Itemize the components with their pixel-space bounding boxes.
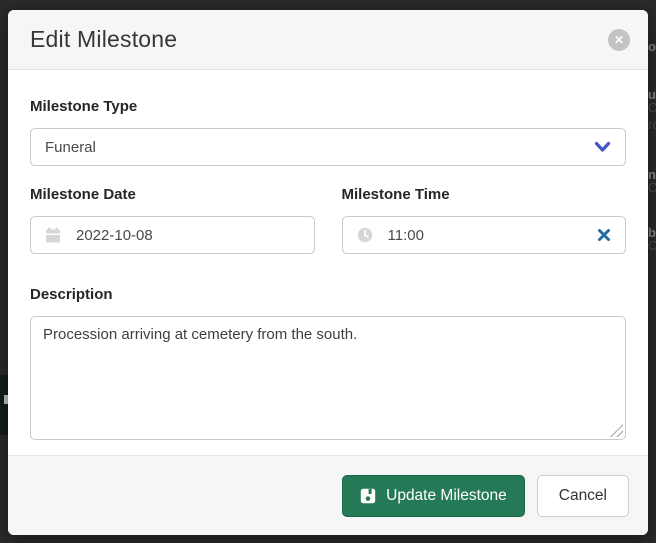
dialog-footer: Update Milestone Cancel	[8, 455, 648, 535]
milestone-type-label: Milestone Type	[30, 98, 626, 115]
chevron-down-icon	[594, 140, 611, 154]
milestone-type-select[interactable]: Funeral	[30, 128, 626, 166]
backdrop-text-fragment: o	[648, 40, 656, 53]
cancel-button[interactable]: Cancel	[537, 475, 629, 517]
milestone-type-value: Funeral	[45, 139, 96, 156]
dialog-body: Milestone Type Funeral Milestone Date	[8, 70, 648, 455]
dialog-title: Edit Milestone	[30, 26, 177, 53]
backdrop-text-fragment: C	[648, 181, 656, 194]
milestone-time-group: Milestone Time	[342, 186, 627, 254]
backdrop-text-fragment: ro	[648, 118, 656, 131]
calendar-icon	[45, 227, 61, 243]
backdrop-text-fragment: C	[648, 101, 656, 114]
description-textarea-wrap: Procession arriving at cemetery from the…	[30, 316, 626, 440]
milestone-date-control	[30, 216, 315, 254]
milestone-date-label: Milestone Date	[30, 186, 315, 203]
clock-icon	[357, 227, 373, 243]
milestone-date-input[interactable]	[76, 227, 300, 244]
description-textarea[interactable]: Procession arriving at cemetery from the…	[30, 316, 626, 440]
clear-time-icon[interactable]	[597, 228, 611, 242]
milestone-time-control	[342, 216, 627, 254]
description-group: Description Procession arriving at cemet…	[30, 286, 626, 440]
milestone-time-input[interactable]	[388, 227, 590, 244]
milestone-date-group: Milestone Date	[30, 186, 315, 254]
edit-milestone-dialog: Edit Milestone ✕ Milestone Type Funeral …	[8, 10, 648, 535]
date-time-row: Milestone Date Milestone Time	[30, 186, 626, 254]
save-icon	[360, 488, 376, 504]
update-milestone-button[interactable]: Update Milestone	[342, 475, 525, 517]
backdrop-green-patch	[0, 375, 8, 435]
milestone-time-label: Milestone Time	[342, 186, 627, 203]
description-label: Description	[30, 286, 626, 303]
milestone-type-group: Milestone Type Funeral	[30, 98, 626, 166]
dialog-header: Edit Milestone ✕	[8, 10, 648, 70]
close-icon[interactable]: ✕	[608, 29, 630, 51]
update-milestone-label: Update Milestone	[386, 487, 507, 505]
backdrop-text-fragment: C	[648, 239, 656, 252]
